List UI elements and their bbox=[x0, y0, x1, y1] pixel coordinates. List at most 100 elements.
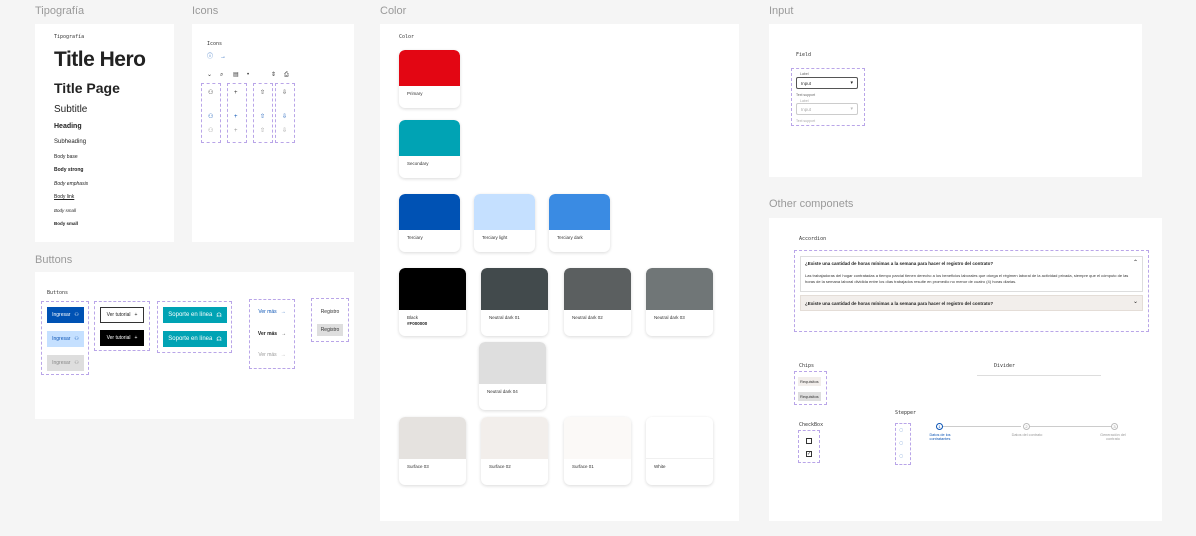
color-swatch-name: White bbox=[654, 464, 666, 470]
ver-tutorial-button-filled[interactable]: Ver tutorial + bbox=[100, 330, 144, 346]
chips-label: Chips bbox=[799, 363, 815, 369]
ver-tutorial-button-outline[interactable]: Ver tutorial + bbox=[100, 307, 144, 323]
chevron-down-icon: ⌄ bbox=[207, 72, 213, 78]
ver-mas-label: Ver más bbox=[258, 309, 277, 315]
stepper-label: Stepper bbox=[895, 410, 917, 416]
icon-group-plus: + + + bbox=[227, 83, 247, 143]
ver-mas-label: Ver más bbox=[257, 331, 278, 337]
other-components-frame: Accordion ¿Existe una cantidad de horas … bbox=[769, 218, 1162, 521]
divider-label: Divider bbox=[994, 363, 1016, 369]
input-support-text: Text support bbox=[796, 93, 816, 97]
input-support-text-disabled: Text support bbox=[796, 119, 816, 123]
color-chip bbox=[481, 417, 548, 460]
icons-frame: Icons ⓘ → ⌄ ⌕ ▤ • ⇕ ⎙ ⚇ ⚇ ⚇ + + + ⇧ ⇧ ⇧ … bbox=[192, 24, 354, 242]
arrow-right-icon: → bbox=[280, 309, 286, 315]
stepper-horizontal: 1 Datos de los contratantes 2 Datos del … bbox=[929, 423, 1126, 453]
color-swatch: White bbox=[646, 417, 713, 485]
icon-group-upload: ⇧ ⇧ ⇧ bbox=[253, 83, 273, 143]
input-frame: Field Label Input ▾ Text support Label I… bbox=[769, 24, 1142, 177]
arrow-right-icon: → bbox=[280, 352, 286, 358]
accordion-question: ¿Existe una cantidad de horas mínimas a … bbox=[805, 301, 994, 306]
body-link-sample[interactable]: Body link bbox=[54, 194, 74, 200]
registro-button[interactable]: Registro bbox=[317, 324, 343, 336]
checkbox-checked[interactable]: ✓ bbox=[806, 451, 812, 457]
color-swatch: Primary bbox=[399, 50, 460, 108]
ver-mas-link[interactable]: Ver más → bbox=[254, 306, 290, 318]
info-icon: ⓘ bbox=[207, 54, 214, 60]
color-chip bbox=[399, 120, 460, 156]
upload-icon: ⇧ bbox=[260, 114, 266, 120]
color-chip bbox=[399, 268, 466, 311]
ingresar-button[interactable]: Ingresar ⚇ bbox=[47, 307, 84, 323]
ver-tutorial-label: Ver tutorial bbox=[106, 335, 131, 341]
accordion-item-collapsed[interactable]: ¿Existe una cantidad de horas mínimas a … bbox=[800, 295, 1143, 311]
step-1-circle[interactable]: 1 bbox=[936, 423, 943, 430]
chevron-up-icon[interactable]: ⌃ bbox=[1133, 259, 1138, 266]
color-swatch-name: Surface 02 bbox=[489, 464, 511, 470]
stepper-vertical-group: ◌ ◌ ◌ bbox=[895, 423, 911, 465]
color-swatch: Secondary bbox=[399, 120, 460, 178]
color-swatch: Black #F000000 bbox=[399, 268, 466, 336]
color-chip bbox=[564, 417, 631, 460]
calendar-icon: ▤ bbox=[233, 72, 239, 78]
subheading-sample: Subheading bbox=[54, 139, 87, 145]
step-3-circle[interactable]: 3 bbox=[1111, 423, 1118, 430]
button-group-registro: Registro Registro bbox=[311, 298, 349, 342]
stepper-line bbox=[941, 426, 1021, 427]
input-value-disabled: Input bbox=[801, 107, 812, 112]
accordion-item-expanded[interactable]: ¿Existe una cantidad de horas mínimas a … bbox=[800, 256, 1143, 292]
input-value: Input bbox=[801, 81, 812, 86]
step-2-circle[interactable]: 2 bbox=[1023, 423, 1030, 430]
input-select-disabled[interactable]: Input ▾ bbox=[796, 103, 858, 115]
color-swatch: Terciary light bbox=[474, 194, 535, 252]
chip-selected[interactable]: Requisitos bbox=[798, 392, 821, 401]
chevron-down-icon[interactable]: ⌄ bbox=[1133, 298, 1138, 305]
input-frame-label: Field bbox=[796, 52, 812, 58]
users-icon: ⚇ bbox=[208, 128, 214, 134]
plus-icon: + bbox=[234, 114, 238, 120]
ingresar-button-label: Ingresar bbox=[52, 336, 71, 342]
checkbox-unchecked[interactable] bbox=[806, 438, 812, 444]
ingresar-button-hover[interactable]: Ingresar ⚇ bbox=[47, 331, 84, 347]
stepper-line bbox=[1029, 426, 1115, 427]
soporte-button[interactable]: Soporte en línea ☊ bbox=[163, 307, 227, 323]
ver-mas-link-hover[interactable]: Ver más → bbox=[254, 328, 290, 340]
color-swatch-name: Terciary bbox=[407, 234, 423, 240]
color-chip bbox=[399, 417, 466, 460]
soporte-button-hover[interactable]: Soporte en línea ☊ bbox=[163, 331, 227, 347]
caret-down-icon: ▾ bbox=[850, 106, 853, 112]
color-swatch-name: Neutral dark 03 bbox=[654, 315, 685, 321]
ver-mas-link-disabled[interactable]: Ver más → bbox=[254, 349, 290, 361]
typography-frame: Tipografía Title Hero Title Page Subtitl… bbox=[35, 24, 174, 242]
ingresar-button-label: Ingresar bbox=[52, 312, 71, 318]
step-3-label: Generación del contrato bbox=[1100, 433, 1126, 441]
registro-text-button[interactable]: Registro bbox=[316, 306, 344, 318]
chips-group: Requisitos Requisitos bbox=[794, 371, 827, 405]
download-icon: ⇩ bbox=[282, 90, 288, 96]
color-swatch: Terciary bbox=[399, 194, 460, 252]
section-title-buttons: Buttons bbox=[35, 254, 73, 266]
color-swatch-name: Terciary dark bbox=[557, 234, 583, 240]
body-strong-sample: Body strong bbox=[54, 167, 84, 173]
registro-button-label: Registro bbox=[320, 327, 340, 333]
section-title-color: Color bbox=[380, 5, 407, 17]
ingresar-button-disabled[interactable]: Ingresar ⚇ bbox=[47, 355, 84, 371]
color-chip bbox=[481, 268, 548, 311]
button-group-soporte: Soporte en línea ☊ Soporte en línea ☊ bbox=[157, 301, 232, 353]
users-icon: ⚇ bbox=[208, 90, 214, 96]
users-icon: ⚇ bbox=[74, 336, 79, 342]
chip[interactable]: Requisitos bbox=[798, 377, 821, 386]
upload-icon: ⇧ bbox=[260, 128, 266, 134]
color-chip bbox=[564, 268, 631, 311]
accordion-group: ¿Existe una cantidad de horas mínimas a … bbox=[794, 250, 1149, 332]
color-swatch: Neutral dark 02 bbox=[564, 268, 631, 336]
color-swatch-name: Secondary bbox=[407, 160, 429, 166]
checkbox-group: ✓ bbox=[798, 430, 820, 463]
icon-group-users: ⚇ ⚇ ⚇ bbox=[201, 83, 221, 143]
color-swatch-name: Black bbox=[407, 315, 419, 321]
section-title-typography: Tipografía bbox=[35, 5, 85, 17]
input-select[interactable]: Input ▾ bbox=[796, 77, 858, 89]
color-swatch: Surface 03 bbox=[399, 417, 466, 485]
title-page-sample: Title Page bbox=[54, 80, 120, 96]
section-title-input: Input bbox=[769, 5, 794, 17]
